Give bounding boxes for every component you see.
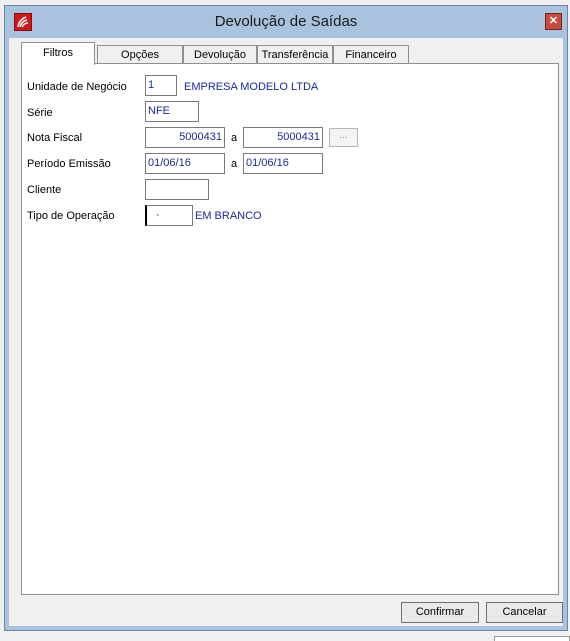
tipo-operacao-label: Tipo de Operação [27,210,115,222]
tab-devolucao[interactable]: Devolução [183,45,257,64]
tab-opcoes[interactable]: Opções [97,45,183,64]
periodo-to-field[interactable]: 01/06/16 [243,153,323,174]
window-title: Devolução de Saídas [214,13,358,30]
nota-fiscal-label: Nota Fiscal [27,132,83,144]
unidade-label: Unidade de Negócio [27,81,127,93]
tipo-operacao-field[interactable]: · [145,205,193,226]
tab-financeiro[interactable]: Financeiro [333,45,409,64]
nota-fiscal-from-field[interactable]: 5000431 [145,127,225,148]
periodo-from-field[interactable]: 01/06/16 [145,153,225,174]
unidade-field[interactable]: 1 [145,75,177,96]
confirm-button[interactable]: Confirmar [401,602,479,623]
cliente-field[interactable] [145,179,209,200]
tipo-operacao-description: EM BRANCO [195,210,262,222]
unidade-description: EMPRESA MODELO LTDA [184,81,319,93]
close-icon[interactable]: ✕ [545,13,562,30]
nota-fiscal-separator: a [231,132,238,144]
cancel-button[interactable]: Cancelar [486,602,563,623]
periodo-separator: a [231,158,238,170]
serie-label: Série [27,107,53,119]
dialog-window: Devolução de Saídas ✕ Filtros Opções Dev… [4,5,568,631]
background-strip [0,631,570,641]
tab-strip: Filtros Opções Devolução Transferência F… [21,42,563,65]
background-window-edge [494,636,570,641]
nota-fiscal-to-field[interactable]: 5000431 [243,127,323,148]
dialog-body: Filtros Opções Devolução Transferência F… [9,38,563,626]
filtros-panel: Unidade de Negócio 1 EMPRESA MODELO LTDA… [21,63,559,595]
tab-transferencia[interactable]: Transferência [257,45,333,64]
periodo-label: Período Emissão [27,158,111,170]
cliente-label: Cliente [27,184,62,196]
serie-field[interactable]: NFE [145,101,199,122]
tab-filtros[interactable]: Filtros [21,42,95,65]
nota-fiscal-lookup-button[interactable]: ... [329,128,358,147]
title-bar[interactable]: Devolução de Saídas ✕ [5,6,567,38]
